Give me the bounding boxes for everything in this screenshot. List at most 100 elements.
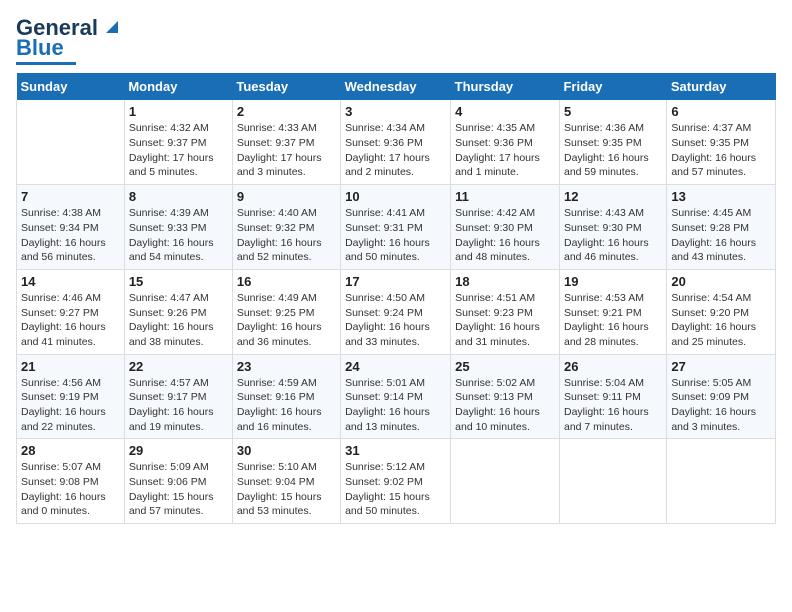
cell-info: Sunrise: 4:54 AM Sunset: 9:20 PM Dayligh… [671, 291, 771, 350]
calendar-cell: 6 Sunrise: 4:37 AM Sunset: 9:35 PM Daylig… [667, 100, 776, 184]
day-number: 29 [129, 443, 228, 458]
day-number: 12 [564, 189, 662, 204]
calendar-cell [17, 100, 125, 184]
cell-info: Sunrise: 4:43 AM Sunset: 9:30 PM Dayligh… [564, 206, 662, 265]
calendar-cell: 10 Sunrise: 4:41 AM Sunset: 9:31 PM Dayli… [341, 185, 451, 270]
day-number: 17 [345, 274, 446, 289]
week-row-2: 7 Sunrise: 4:38 AM Sunset: 9:34 PM Daylig… [17, 185, 776, 270]
calendar-cell: 30 Sunrise: 5:10 AM Sunset: 9:04 PM Dayli… [232, 439, 340, 524]
cell-info: Sunrise: 4:36 AM Sunset: 9:35 PM Dayligh… [564, 121, 662, 180]
calendar-cell: 7 Sunrise: 4:38 AM Sunset: 9:34 PM Daylig… [17, 185, 125, 270]
day-number: 21 [21, 359, 120, 374]
calendar-cell: 11 Sunrise: 4:42 AM Sunset: 9:30 PM Dayli… [451, 185, 560, 270]
cell-info: Sunrise: 4:38 AM Sunset: 9:34 PM Dayligh… [21, 206, 120, 265]
cell-info: Sunrise: 4:41 AM Sunset: 9:31 PM Dayligh… [345, 206, 446, 265]
header-saturday: Saturday [667, 73, 776, 100]
header-wednesday: Wednesday [341, 73, 451, 100]
calendar-cell: 22 Sunrise: 4:57 AM Sunset: 9:17 PM Dayli… [124, 354, 232, 439]
calendar-cell: 13Sunrise: 4:45 AM Sunset: 9:28 PM Dayli… [667, 185, 776, 270]
cell-info: Sunrise: 4:33 AM Sunset: 9:37 PM Dayligh… [237, 121, 336, 180]
calendar-cell: 15 Sunrise: 4:47 AM Sunset: 9:26 PM Dayli… [124, 269, 232, 354]
cell-info: Sunrise: 5:05 AM Sunset: 9:09 PM Dayligh… [671, 376, 771, 435]
calendar-cell [559, 439, 666, 524]
cell-info: Sunrise: 4:35 AM Sunset: 9:36 PM Dayligh… [455, 121, 555, 180]
cell-info: Sunrise: 5:12 AM Sunset: 9:02 PM Dayligh… [345, 460, 446, 519]
calendar-cell: 23 Sunrise: 4:59 AM Sunset: 9:16 PM Dayli… [232, 354, 340, 439]
cell-info: Sunrise: 4:57 AM Sunset: 9:17 PM Dayligh… [129, 376, 228, 435]
day-number: 20 [671, 274, 771, 289]
cell-info: Sunrise: 4:32 AM Sunset: 9:37 PM Dayligh… [129, 121, 228, 180]
week-row-1: 1 Sunrise: 4:32 AM Sunset: 9:37 PM Daylig… [17, 100, 776, 184]
calendar-cell: 1 Sunrise: 4:32 AM Sunset: 9:37 PM Daylig… [124, 100, 232, 184]
logo-triangle-icon [100, 15, 122, 37]
day-number: 18 [455, 274, 555, 289]
header-friday: Friday [559, 73, 666, 100]
cell-info: Sunrise: 4:40 AM Sunset: 9:32 PM Dayligh… [237, 206, 336, 265]
cell-info: Sunrise: 4:50 AM Sunset: 9:24 PM Dayligh… [345, 291, 446, 350]
calendar-cell: 2Sunrise: 4:33 AM Sunset: 9:37 PM Daylig… [232, 100, 340, 184]
day-number: 1 [129, 104, 228, 119]
day-number: 16 [237, 274, 336, 289]
day-number: 11 [455, 189, 555, 204]
calendar-cell: 16 Sunrise: 4:49 AM Sunset: 9:25 PM Dayli… [232, 269, 340, 354]
calendar-cell: 3 Sunrise: 4:34 AM Sunset: 9:36 PM Daylig… [341, 100, 451, 184]
calendar-header-row: SundayMondayTuesdayWednesdayThursdayFrid… [17, 73, 776, 100]
cell-info: Sunrise: 4:46 AM Sunset: 9:27 PM Dayligh… [21, 291, 120, 350]
calendar-cell: 26 Sunrise: 5:04 AM Sunset: 9:11 PM Dayli… [559, 354, 666, 439]
week-row-3: 14 Sunrise: 4:46 AM Sunset: 9:27 PM Dayli… [17, 269, 776, 354]
calendar-cell: 8Sunrise: 4:39 AM Sunset: 9:33 PM Daylig… [124, 185, 232, 270]
calendar-cell: 12 Sunrise: 4:43 AM Sunset: 9:30 PM Dayli… [559, 185, 666, 270]
header: General Blue [16, 16, 776, 65]
header-tuesday: Tuesday [232, 73, 340, 100]
day-number: 15 [129, 274, 228, 289]
day-number: 22 [129, 359, 228, 374]
calendar-cell: 20 Sunrise: 4:54 AM Sunset: 9:20 PM Dayli… [667, 269, 776, 354]
cell-info: Sunrise: 4:47 AM Sunset: 9:26 PM Dayligh… [129, 291, 228, 350]
day-number: 8 [129, 189, 228, 204]
cell-info: Sunrise: 4:42 AM Sunset: 9:30 PM Dayligh… [455, 206, 555, 265]
week-row-4: 21 Sunrise: 4:56 AM Sunset: 9:19 PM Dayli… [17, 354, 776, 439]
day-number: 14 [21, 274, 120, 289]
day-number: 6 [671, 104, 771, 119]
calendar-cell: 5Sunrise: 4:36 AM Sunset: 9:35 PM Daylig… [559, 100, 666, 184]
calendar-cell: 29 Sunrise: 5:09 AM Sunset: 9:06 PM Dayli… [124, 439, 232, 524]
calendar-cell: 21 Sunrise: 4:56 AM Sunset: 9:19 PM Dayli… [17, 354, 125, 439]
header-sunday: Sunday [17, 73, 125, 100]
day-number: 23 [237, 359, 336, 374]
day-number: 24 [345, 359, 446, 374]
header-monday: Monday [124, 73, 232, 100]
day-number: 27 [671, 359, 771, 374]
day-number: 9 [237, 189, 336, 204]
cell-info: Sunrise: 5:04 AM Sunset: 9:11 PM Dayligh… [564, 376, 662, 435]
cell-info: Sunrise: 5:02 AM Sunset: 9:13 PM Dayligh… [455, 376, 555, 435]
cell-info: Sunrise: 5:09 AM Sunset: 9:06 PM Dayligh… [129, 460, 228, 519]
cell-info: Sunrise: 5:01 AM Sunset: 9:14 PM Dayligh… [345, 376, 446, 435]
day-number: 31 [345, 443, 446, 458]
day-number: 7 [21, 189, 120, 204]
calendar-cell: 14 Sunrise: 4:46 AM Sunset: 9:27 PM Dayli… [17, 269, 125, 354]
cell-info: Sunrise: 5:07 AM Sunset: 9:08 PM Dayligh… [21, 460, 120, 519]
day-number: 30 [237, 443, 336, 458]
calendar-cell: 28 Sunrise: 5:07 AM Sunset: 9:08 PM Dayli… [17, 439, 125, 524]
day-number: 13 [671, 189, 771, 204]
calendar-table: SundayMondayTuesdayWednesdayThursdayFrid… [16, 73, 776, 524]
cell-info: Sunrise: 4:34 AM Sunset: 9:36 PM Dayligh… [345, 121, 446, 180]
cell-info: Sunrise: 4:37 AM Sunset: 9:35 PM Dayligh… [671, 121, 771, 180]
calendar-cell [667, 439, 776, 524]
calendar-cell: 9 Sunrise: 4:40 AM Sunset: 9:32 PM Daylig… [232, 185, 340, 270]
day-number: 28 [21, 443, 120, 458]
cell-info: Sunrise: 4:56 AM Sunset: 9:19 PM Dayligh… [21, 376, 120, 435]
day-number: 25 [455, 359, 555, 374]
day-number: 10 [345, 189, 446, 204]
calendar-cell: 19Sunrise: 4:53 AM Sunset: 9:21 PM Dayli… [559, 269, 666, 354]
calendar-cell: 31 Sunrise: 5:12 AM Sunset: 9:02 PM Dayli… [341, 439, 451, 524]
cell-info: Sunrise: 5:10 AM Sunset: 9:04 PM Dayligh… [237, 460, 336, 519]
cell-info: Sunrise: 4:49 AM Sunset: 9:25 PM Dayligh… [237, 291, 336, 350]
day-number: 26 [564, 359, 662, 374]
day-number: 4 [455, 104, 555, 119]
calendar-cell: 4 Sunrise: 4:35 AM Sunset: 9:36 PM Daylig… [451, 100, 560, 184]
header-thursday: Thursday [451, 73, 560, 100]
week-row-5: 28 Sunrise: 5:07 AM Sunset: 9:08 PM Dayli… [17, 439, 776, 524]
day-number: 3 [345, 104, 446, 119]
cell-info: Sunrise: 4:59 AM Sunset: 9:16 PM Dayligh… [237, 376, 336, 435]
